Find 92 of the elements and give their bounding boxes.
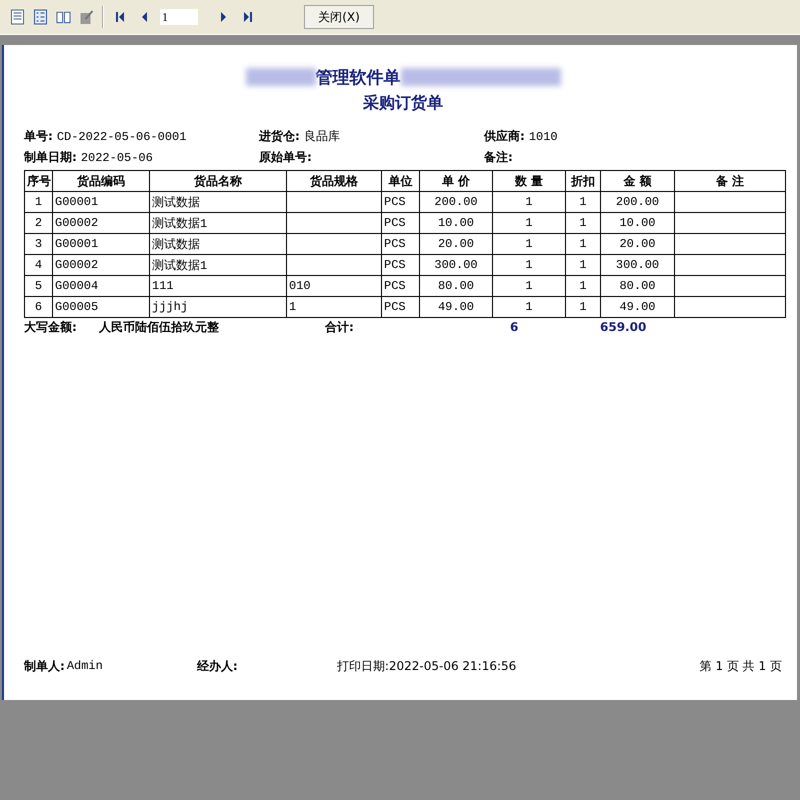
table-cell: 1 (579, 279, 587, 293)
field-label: 制单日期: (24, 149, 77, 166)
table-cell: 010 (289, 279, 311, 293)
table-cell: 4 (34, 258, 42, 272)
table-cell: jjjhj (152, 300, 188, 314)
field-label: 供应商: (484, 128, 525, 145)
field-label: 备注: (484, 149, 513, 166)
table-cell: PCS (384, 195, 406, 209)
table-cell: 20.00 (438, 237, 474, 251)
table-cell: 10.00 (438, 216, 474, 230)
table-cell: PCS (384, 258, 406, 272)
column-header: 货品规格 (310, 174, 358, 188)
table-cell: 300.00 (616, 258, 660, 272)
table-cell: G00001 (55, 195, 98, 209)
column-header: 单位 (388, 174, 412, 188)
table-cell: 测试数据 (152, 196, 200, 210)
amount-words-label: 大写金额: (24, 318, 78, 336)
column-header: 货品编码 (77, 174, 125, 188)
amount-words-value: 人民币陆佰伍拾玖元整 (99, 318, 220, 336)
print-date: 打印日期:2022-05-06 21:16:56 (336, 658, 518, 674)
table-cell: 1 (34, 195, 42, 209)
table-cell: 300.00 (434, 258, 478, 272)
table-cell: PCS (384, 216, 406, 230)
table-cell: 1 (289, 300, 296, 314)
table-cell: 10.00 (619, 216, 656, 230)
column-header: 序号 (27, 174, 51, 188)
field-label: 进货仓: (259, 128, 300, 145)
next-page-icon[interactable] (219, 11, 229, 23)
table-cell: G00001 (55, 237, 98, 251)
table-cell: 1 (525, 216, 533, 230)
report-title: 采购订货单 (362, 93, 444, 114)
field-label: 单号: (24, 128, 53, 145)
table-cell: 1 (525, 300, 533, 314)
table-cell: 6 (34, 300, 42, 314)
column-header: 折扣 (571, 174, 595, 188)
table-cell: 111 (152, 279, 174, 293)
table-cell: 1 (525, 237, 533, 251)
field-label: 原始单号: (259, 149, 312, 166)
table-cell: G00002 (55, 216, 98, 230)
page-number-field[interactable]: 1 (160, 9, 198, 25)
column-header: 备 注 (716, 174, 744, 188)
table-cell: 2 (34, 216, 42, 230)
first-page-icon[interactable] (115, 11, 125, 23)
table-cell: 1 (525, 258, 533, 272)
column-header: 金 额 (623, 174, 652, 188)
field-value: 1010 (528, 130, 558, 144)
table-cell: 1 (579, 216, 587, 230)
table-cell: 1 (579, 195, 587, 209)
page-icon[interactable] (10, 9, 25, 25)
table-cell: G00005 (55, 300, 98, 314)
table-cell: 1 (579, 300, 587, 314)
table-cell: 测试数据1 (152, 258, 208, 272)
total-amount: 659.00 (600, 320, 648, 334)
table-cell: 测试数据 (152, 238, 200, 252)
list-icon[interactable] (33, 9, 48, 25)
table-cell: 20.00 (619, 237, 656, 251)
table-cell: 1 (579, 237, 587, 251)
company-title: 管理软件单 (316, 66, 400, 88)
field-value: 良品库 (304, 129, 340, 145)
total-quantity: 6 (510, 320, 520, 334)
page-info: 第 1 页 共 1 页 (698, 658, 782, 674)
table-cell: PCS (384, 237, 406, 251)
table-cell: 测试数据1 (152, 216, 208, 230)
table-cell: PCS (384, 279, 406, 293)
table-cell: 80.00 (619, 279, 656, 293)
column-header: 单 价 (442, 174, 470, 188)
table-cell: 200.00 (434, 195, 478, 209)
table-cell: 1 (579, 258, 587, 272)
total-label: 合计: (325, 318, 355, 336)
table-cell: 3 (34, 237, 42, 251)
field-value: CD-2022-05-06-0001 (56, 130, 186, 144)
handler-label: 经办人: (196, 658, 239, 674)
maker-label: 制单人: (24, 658, 65, 674)
table-cell: 49.00 (438, 300, 474, 314)
blurred-text (246, 68, 316, 86)
table-cell: 5 (34, 279, 42, 293)
table-cell: 1 (525, 279, 533, 293)
table-cell: 1 (525, 195, 533, 209)
book-icon[interactable] (56, 9, 71, 25)
table-cell: 200.00 (616, 195, 660, 209)
table-cell: G00002 (55, 258, 98, 272)
edit-icon[interactable] (79, 9, 94, 25)
column-header: 货品名称 (194, 174, 242, 188)
table-cell: 80.00 (438, 279, 474, 293)
last-page-icon[interactable] (243, 11, 253, 23)
field-value: 2022-05-06 (80, 150, 153, 164)
table-cell: 49.00 (619, 300, 656, 314)
maker-value: Admin (66, 659, 104, 673)
column-header: 数 量 (514, 174, 544, 188)
table-cell: G00004 (55, 279, 98, 293)
table-cell: PCS (384, 300, 406, 314)
close-button[interactable]: 关闭(X) (304, 5, 374, 29)
